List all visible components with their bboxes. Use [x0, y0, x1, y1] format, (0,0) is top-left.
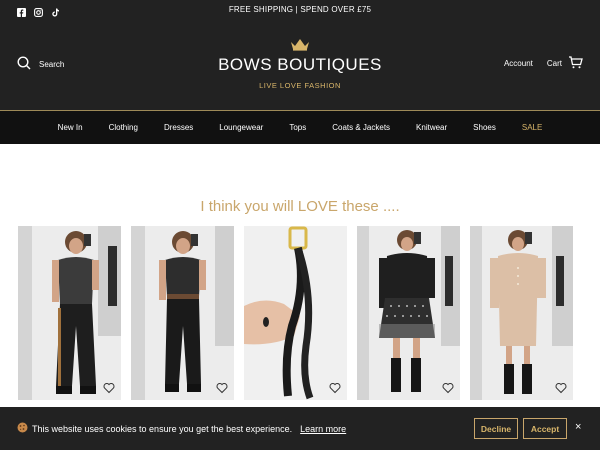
- nav-item-clothing[interactable]: Clothing: [96, 123, 151, 132]
- account-cart: Account Cart: [504, 56, 583, 71]
- product-image[interactable]: [357, 226, 460, 400]
- wishlist-heart-icon[interactable]: [442, 382, 454, 394]
- product-image[interactable]: [18, 226, 121, 400]
- nav-item-new-in[interactable]: New In: [45, 123, 96, 132]
- nav-item-shoes[interactable]: Shoes: [460, 123, 509, 132]
- product-image[interactable]: [244, 226, 347, 400]
- product-card[interactable]: [18, 226, 121, 406]
- wishlist-heart-icon[interactable]: [103, 382, 115, 394]
- learn-more-link[interactable]: Learn more: [300, 424, 346, 434]
- cart-label: Cart: [546, 59, 562, 68]
- wishlist-heart-icon[interactable]: [216, 382, 228, 394]
- nav-item-coats-jackets[interactable]: Coats & Jackets: [319, 123, 403, 132]
- top-bar: FREE SHIPPING | SPEND OVER £75: [0, 0, 600, 20]
- cookie-message: This website uses cookies to ensure you …: [17, 422, 346, 435]
- nav-item-tops[interactable]: Tops: [276, 123, 319, 132]
- site-header: FREE SHIPPING | SPEND OVER £75 Search BO…: [0, 0, 600, 110]
- promo-banner: FREE SHIPPING | SPEND OVER £75: [228, 5, 372, 14]
- account-link[interactable]: Account: [504, 59, 533, 68]
- cookie-text: This website uses cookies to ensure you …: [32, 423, 293, 434]
- cart-button[interactable]: Cart: [547, 56, 583, 71]
- brand-tagline: LIVE LOVE FASHION: [259, 81, 341, 90]
- wishlist-heart-icon[interactable]: [329, 382, 341, 394]
- nav-item-dresses[interactable]: Dresses: [151, 123, 206, 132]
- main-nav: New In Clothing Dresses Loungewear Tops …: [0, 110, 600, 144]
- product-image[interactable]: [470, 226, 573, 400]
- product-card[interactable]: [357, 226, 460, 406]
- decline-button[interactable]: Decline: [474, 418, 518, 439]
- cart-icon: [568, 56, 583, 71]
- crown-icon: [291, 39, 309, 51]
- nav-item-sale[interactable]: SALE: [509, 123, 555, 132]
- product-card[interactable]: [244, 226, 347, 406]
- cookie-banner: This website uses cookies to ensure you …: [0, 407, 600, 450]
- product-card[interactable]: [470, 226, 573, 406]
- product-grid: [18, 226, 584, 406]
- section-heading: I think you will LOVE these ....: [200, 198, 400, 215]
- close-icon[interactable]: ×: [575, 421, 581, 433]
- nav-item-loungewear[interactable]: Loungewear: [206, 123, 276, 132]
- product-image[interactable]: [131, 226, 234, 400]
- product-card[interactable]: [131, 226, 234, 406]
- wishlist-heart-icon[interactable]: [555, 382, 567, 394]
- cookie-icon: [17, 422, 28, 435]
- accept-button[interactable]: Accept: [523, 418, 567, 439]
- nav-item-knitwear[interactable]: Knitwear: [403, 123, 460, 132]
